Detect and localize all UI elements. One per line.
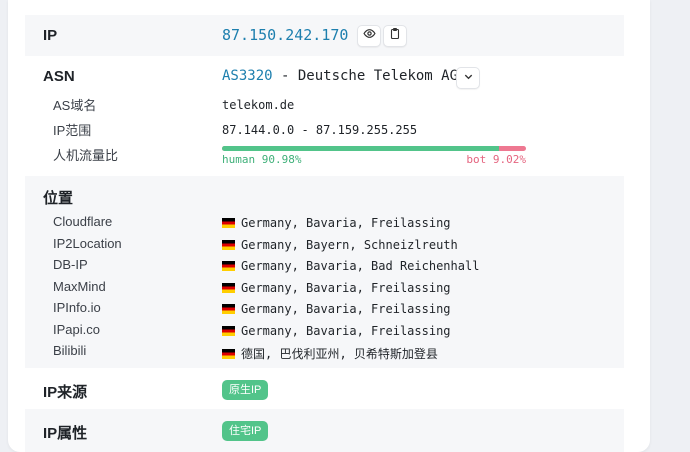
ip-range-label: IP范围 — [53, 123, 92, 138]
copy-button[interactable] — [383, 25, 407, 47]
eye-icon — [362, 27, 376, 45]
location-source-label: MaxMind — [53, 278, 106, 294]
clipboard-icon — [389, 27, 401, 45]
location-source-value: Germany, Bavaria, Freilassing — [222, 216, 451, 230]
ip-attribute-badge: 住宅IP — [222, 421, 269, 441]
location-text: Germany, Bavaria, Freilassing — [241, 280, 451, 295]
as-domain-label: AS域名 — [53, 98, 97, 113]
location-source-value: Germany, Bavaria, Freilassing — [222, 281, 451, 295]
reveal-button[interactable] — [357, 25, 381, 47]
ip-source-label: IP来源 — [43, 384, 88, 401]
location-text: 德国, 巴伐利亚州, 贝希特斯加登县 — [241, 347, 438, 361]
asn-org-name: - Deutsche Telekom AG — [272, 68, 459, 84]
ip-range-value: 87.144.0.0 - 87.159.255.255 — [222, 123, 418, 137]
location-source-label: IPInfo.io — [53, 300, 101, 315]
ip-label: IP — [43, 27, 58, 44]
location-text: Germany, Bavaria, Bad Reichenhall — [241, 259, 480, 273]
location-source-label: IP2Location — [53, 235, 122, 251]
ip-attribute-row — [25, 409, 624, 452]
asn-number-link[interactable]: AS3320 — [222, 68, 273, 84]
germany-flag-icon — [222, 349, 235, 359]
location-source-value: Germany, Bavaria, Bad Reichenhall — [222, 259, 479, 273]
location-source-label: DB-IP — [53, 257, 88, 272]
traffic-ratio-bar — [222, 146, 526, 151]
location-source-value: Germany, Bavaria, Freilassing — [222, 302, 451, 316]
location-text: Germany, Bavaria, Freilassing — [241, 323, 451, 338]
asn-label: ASN — [43, 68, 75, 85]
germany-flag-icon — [222, 239, 235, 250]
location-label: 位置 — [43, 190, 74, 207]
ip-address[interactable]: 87.150.242.170 — [222, 26, 348, 44]
bot-traffic-text: bot 9.02% — [466, 153, 526, 166]
ip-attribute-label: IP属性 — [43, 425, 88, 442]
germany-flag-icon — [222, 282, 235, 293]
chevron-down-icon — [463, 69, 474, 87]
location-source-value: Germany, Bayern, Schneizlreuth — [222, 238, 458, 252]
human-traffic-text: human 90.98% — [222, 153, 302, 166]
germany-flag-icon — [222, 261, 235, 271]
asn-expand-button[interactable] — [456, 67, 480, 89]
location-text: Germany, Bayern, Schneizlreuth — [241, 237, 458, 252]
germany-flag-icon — [222, 218, 235, 228]
location-text: Germany, Bavaria, Freilassing — [241, 216, 451, 230]
asn-value: AS3320 - Deutsche Telekom AG — [222, 68, 458, 84]
location-source-label: Bilibili — [53, 343, 87, 358]
location-source-value: 德国, 巴伐利亚州, 贝希特斯加登县 — [222, 345, 438, 362]
location-source-label: IPapi.co — [53, 321, 100, 337]
human-traffic-fill — [222, 146, 499, 151]
traffic-ratio-label: 人机流量比 — [53, 148, 119, 163]
location-text: Germany, Bavaria, Freilassing — [241, 302, 451, 316]
ip-source-badge: 原生IP — [222, 380, 269, 400]
as-domain-value: telekom.de — [222, 98, 295, 112]
location-source-value: Germany, Bavaria, Freilassing — [222, 324, 451, 338]
location-source-label: Cloudflare — [53, 214, 113, 229]
germany-flag-icon — [222, 325, 235, 336]
germany-flag-icon — [222, 304, 235, 314]
